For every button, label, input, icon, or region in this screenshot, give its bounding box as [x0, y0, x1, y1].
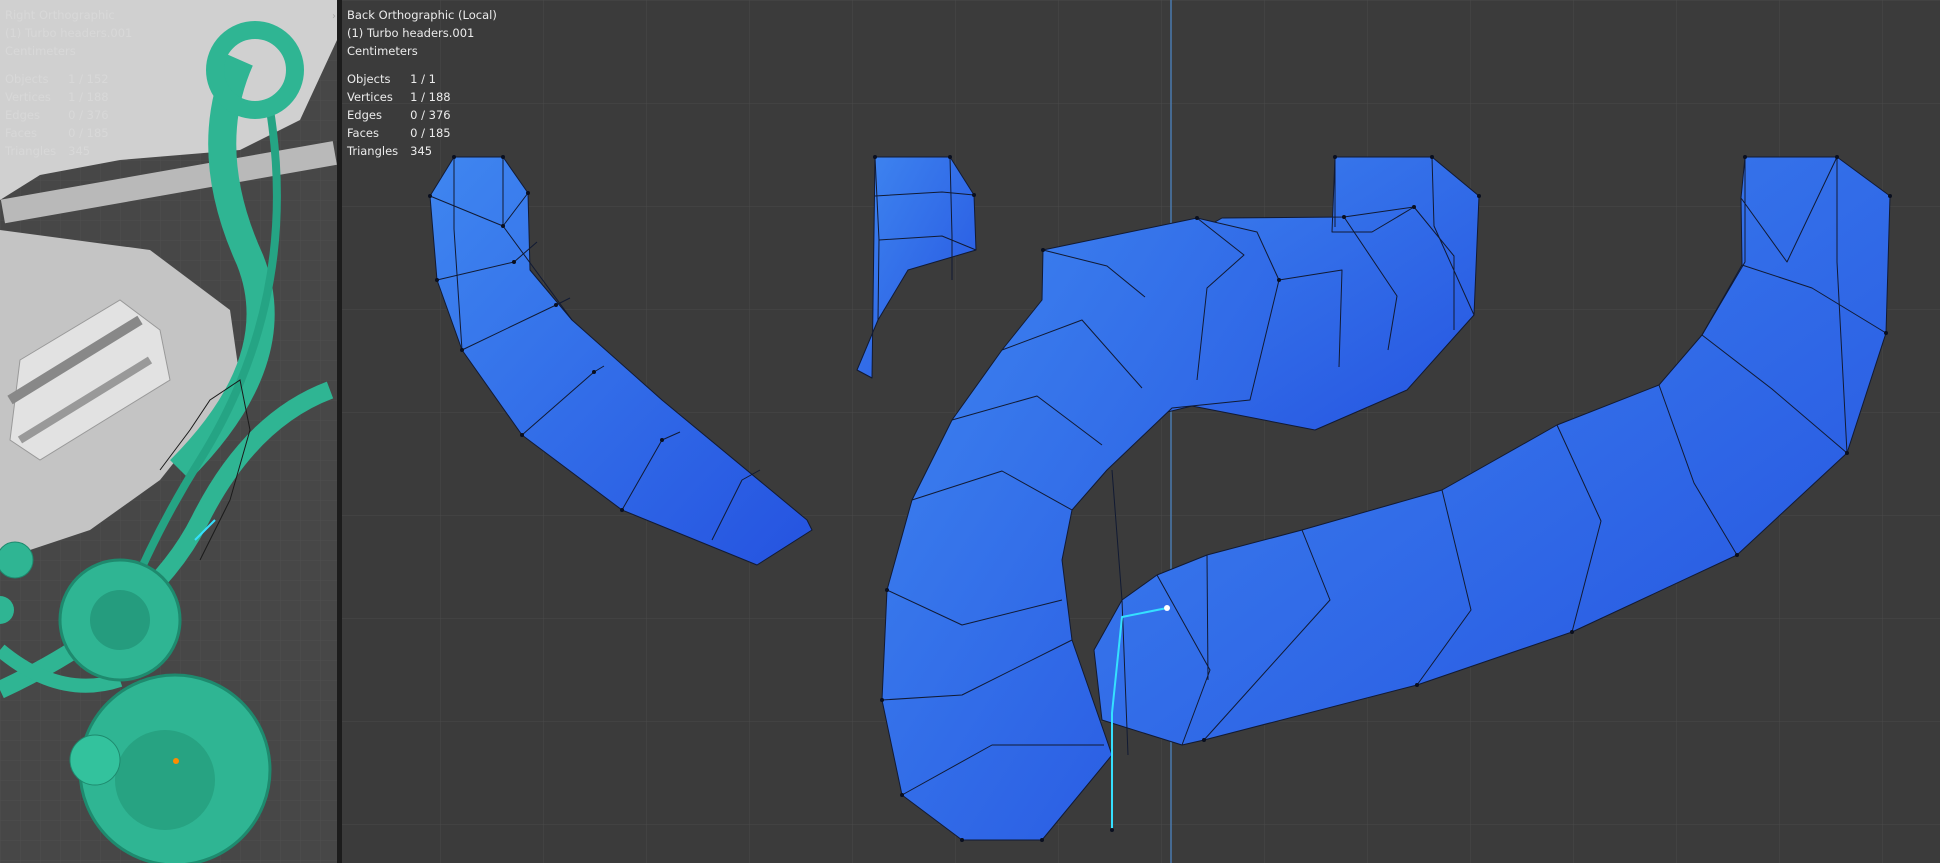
scene-stats: Objects 1 / 152 Vertices 1 / 188 Edges 0… [5, 70, 109, 160]
right-scene [342, 0, 1940, 863]
chevron-right-icon[interactable]: › [328, 10, 340, 24]
view-name: Right Orthographic [5, 8, 115, 22]
stat-value: 0 / 185 [410, 126, 451, 140]
left-viewport-info: Right Orthographic (1) Turbo headers.001… [5, 6, 132, 160]
stat-row-edges: Edges 0 / 376 [347, 106, 451, 124]
scene-stats: Objects 1 / 1 Vertices 1 / 188 Edges 0 /… [347, 70, 451, 160]
stat-row-triangles: Triangles 345 [347, 142, 451, 160]
stat-label: Faces [5, 126, 37, 140]
stat-row-objects: Objects 1 / 152 [5, 70, 109, 88]
stat-value: 1 / 152 [68, 72, 109, 86]
stat-value: 0 / 376 [68, 108, 109, 122]
stat-value: 345 [68, 144, 91, 158]
stat-value: 0 / 376 [410, 108, 451, 122]
stat-label: Edges [5, 108, 40, 122]
active-object-name: (1) Turbo headers.001 [347, 26, 475, 40]
stat-label: Faces [347, 126, 379, 140]
stat-row-vertices: Vertices 1 / 188 [5, 88, 109, 106]
right-viewport[interactable]: Back Orthographic (Local) (1) Turbo head… [342, 0, 1940, 863]
units-label: Centimeters [5, 44, 76, 58]
stat-row-vertices: Vertices 1 / 188 [347, 88, 451, 106]
stat-row-edges: Edges 0 / 376 [5, 106, 109, 124]
stat-label: Vertices [5, 90, 51, 104]
stat-value: 1 / 1 [410, 72, 436, 86]
stat-value: 345 [410, 144, 433, 158]
stat-value: 1 / 188 [410, 90, 451, 104]
stat-value: 1 / 188 [68, 90, 109, 104]
stat-value: 0 / 185 [68, 126, 109, 140]
view-name: Back Orthographic (Local) [347, 8, 497, 22]
stat-label: Objects [347, 72, 391, 86]
active-object-name: (1) Turbo headers.001 [5, 26, 133, 40]
stat-row-faces: Faces 0 / 185 [5, 124, 109, 142]
stat-label: Edges [347, 108, 382, 122]
stat-label: Triangles [347, 144, 399, 158]
left-viewport[interactable]: Right Orthographic (1) Turbo headers.001… [0, 0, 337, 863]
stat-row-triangles: Triangles 345 [5, 142, 109, 160]
right-viewport-info: Back Orthographic (Local) (1) Turbo head… [347, 6, 497, 160]
stat-label: Objects [5, 72, 49, 86]
stat-row-faces: Faces 0 / 185 [347, 124, 451, 142]
stat-row-objects: Objects 1 / 1 [347, 70, 451, 88]
stat-label: Triangles [5, 144, 57, 158]
stat-label: Vertices [347, 90, 393, 104]
units-label: Centimeters [347, 44, 418, 58]
